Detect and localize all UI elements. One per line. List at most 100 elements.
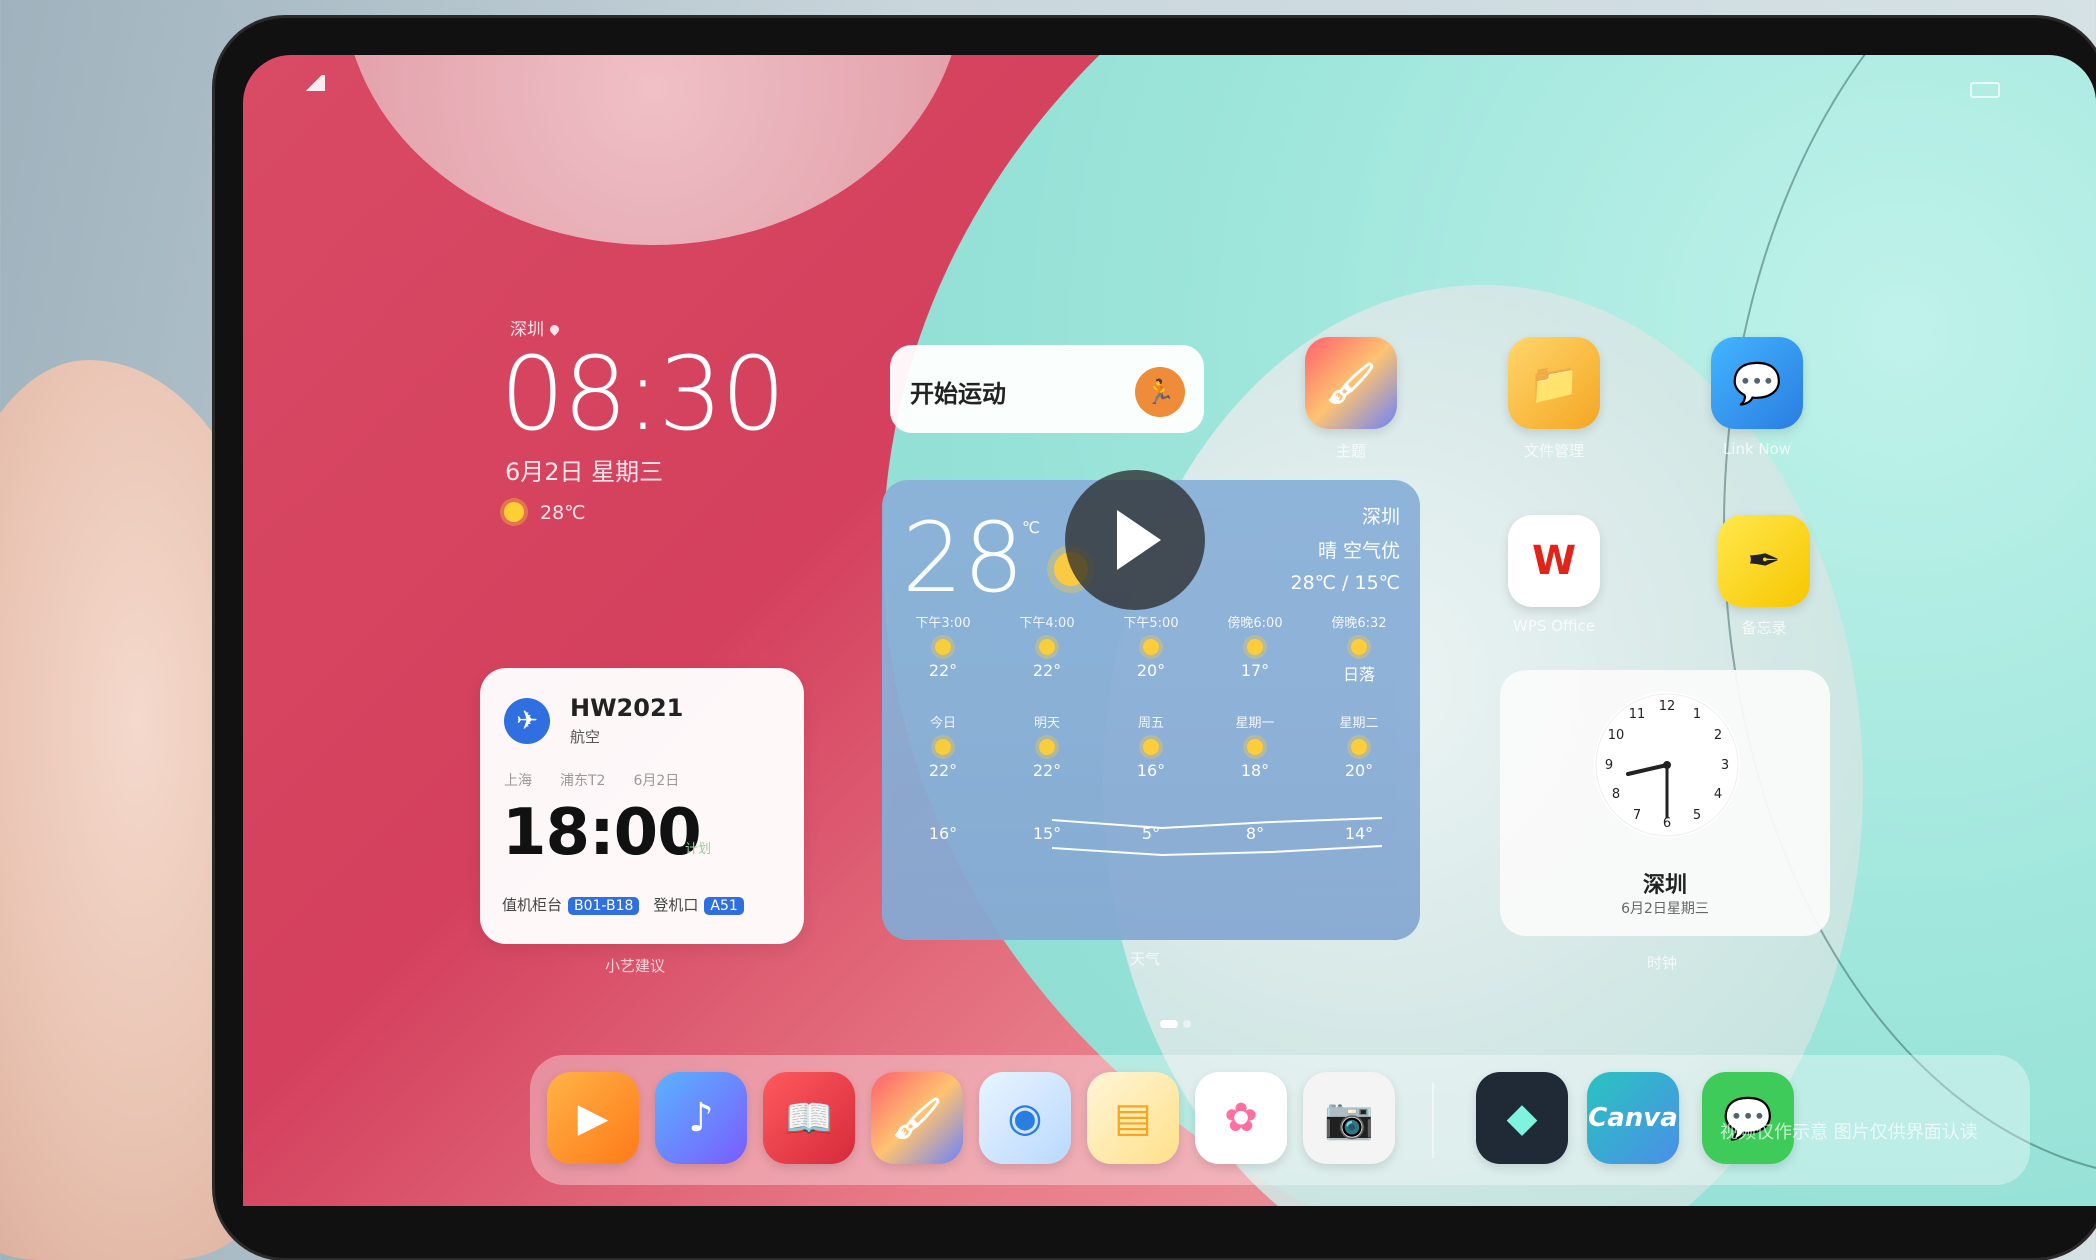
svg-text:2: 2 [1714,728,1722,743]
svg-text:9: 9 [1605,758,1613,773]
flight-meta: 上海 浦东T2 6月2日 [504,773,680,789]
daily-item: 今日 22° 16° [928,716,958,843]
weather-condition: 晴 空气优 [1317,540,1400,562]
video-play-icon: ▶ [577,1095,609,1141]
svg-text:4: 4 [1714,787,1722,802]
sun-icon [1039,739,1055,755]
hourly-forecast: 下午3:00 22° 下午4:00 22° 下午5:00 20° 傍晚6:00 17° … [898,612,1404,685]
battery-icon [1970,82,2000,98]
wps-logo-icon: W [1531,538,1577,584]
flight-number: HW2021 [570,694,684,722]
running-icon[interactable]: 🏃 [1135,367,1185,417]
app-link-now[interactable]: 💬 [1711,337,1803,429]
pen-icon: ✒ [1747,538,1781,584]
hourly-item: 傍晚6:00 17° [1227,616,1283,680]
app-files-label: 文件管理 [1523,442,1584,460]
svg-text:8: 8 [1612,787,1620,802]
weather-range: 28℃ / 15℃ [1290,572,1400,594]
book-icon: 📖 [784,1095,834,1142]
flight-card-caption: 小艺建议 [605,957,666,975]
clock-widget-time[interactable]: 08:30 [500,335,786,454]
svg-text:3: 3 [1721,758,1729,773]
folder-icon: 📁 [1529,360,1579,407]
dock-app-docs[interactable]: ▤ [1087,1072,1179,1164]
video-disclaimer: 视频仅作示意 图片仅供界面认读 [1720,1122,1978,1143]
dock-divider [1432,1082,1434,1158]
camera-icon: 📷 [1324,1095,1374,1142]
paintbrush-icon: 🖌 [1325,360,1377,407]
analog-clock-icon: 1212 345 678 91011 [1594,692,1740,838]
flight-time: 18:00 [502,796,702,870]
checkin-counter-badge: B01-B18 [568,897,640,915]
svg-text:1: 1 [1693,707,1701,722]
page-indicator[interactable] [1160,1013,1196,1032]
app-wps-label: WPS Office [1513,617,1595,635]
gate-badge: A51 [704,897,744,915]
sunset-icon [1351,639,1367,655]
airplane-icon: ✈ [504,698,550,744]
clock-widget-date: 6月2日 星期三 [505,458,664,486]
dock-app-canva[interactable]: Canva [1587,1072,1679,1164]
flower-icon: ✿ [1224,1095,1258,1141]
play-button[interactable] [1065,470,1205,610]
svg-text:11: 11 [1629,707,1646,722]
dock-app-camera[interactable]: 📷 [1303,1072,1395,1164]
app-link-now-label: Link Now [1722,440,1792,458]
app-notes[interactable]: ✒ [1718,515,1810,607]
dock-app-books[interactable]: 📖 [763,1072,855,1164]
hourly-item: 下午3:00 22° [915,616,971,680]
sun-icon [1143,639,1159,655]
app-notes-label: 备忘录 [1741,619,1787,637]
sun-icon [1351,739,1367,755]
svg-text:7: 7 [1633,808,1641,823]
sun-icon [504,502,524,522]
flight-card[interactable]: ✈ HW2021 航空 上海 浦东T2 6月2日 18:00 计划 值机柜台 B01-… [480,668,804,944]
clock-caption: 时钟 [1647,954,1678,972]
dock-app-gallery[interactable]: ✿ [1195,1072,1287,1164]
sun-icon [1247,639,1263,655]
dock-app-themes[interactable]: 🖌 [871,1072,963,1164]
canva-logo-icon: Canva [1588,1103,1678,1133]
clock-widget-temp: 28℃ [540,502,586,524]
dock-app-music[interactable]: ♪ [655,1072,747,1164]
weather-city: 深圳 [1361,506,1400,528]
documents-icon: ▤ [1114,1095,1152,1141]
start-workout-label: 开始运动 [910,380,1006,408]
wallpaper-pink-circle [343,55,963,245]
world-clock-date: 6月2日星期三 [1621,901,1709,917]
svg-text:12: 12 [1659,699,1676,714]
flight-status: 计划 [685,842,712,857]
dock-app-filmora[interactable]: ◆ [1476,1072,1568,1164]
chat-bubble-icon: 💬 [1732,360,1782,407]
globe-icon: ◉ [1007,1095,1043,1141]
app-theme-label: 主题 [1335,442,1366,460]
svg-text:5: 5 [1693,808,1701,823]
world-clock-widget[interactable]: 12 1 2 345 678 9 10 11 深圳 6月2日星期三 [1500,670,1830,936]
weather-caption: 天气 [1130,950,1161,968]
app-files[interactable]: 📁 [1508,337,1600,429]
svg-text:10: 10 [1608,728,1625,743]
weather-unit: ℃ [1022,518,1040,537]
hourly-item: 下午4:00 22° [1019,616,1075,680]
flight-checkin: 值机柜台 B01-B18 登机口 A51 [502,894,758,915]
sun-icon [1039,639,1055,655]
start-workout-card[interactable]: 开始运动 🏃 [890,345,1204,433]
paintbrush-icon: 🖌 [891,1095,943,1142]
music-note-icon: ♪ [688,1095,714,1141]
dock-app-browser[interactable]: ◉ [979,1072,1071,1164]
temperature-trend-line [1052,817,1382,857]
app-wps[interactable]: W [1508,515,1600,607]
sun-icon [1143,739,1159,755]
hourly-item: 下午5:00 20° [1123,616,1179,680]
weather-temp: 28 [902,502,1025,614]
world-clock-city: 深圳 [1642,873,1687,898]
sun-icon [935,639,951,655]
app-theme[interactable]: 🖌 [1305,337,1397,429]
sun-icon [935,739,951,755]
sun-icon [1247,739,1263,755]
airline-name: 航空 [570,728,601,746]
location-pin-icon [548,323,561,336]
signal-icon [303,75,325,91]
hourly-item: 傍晚6:32 日落 [1331,616,1387,684]
dock-app-video[interactable]: ▶ [547,1072,639,1164]
